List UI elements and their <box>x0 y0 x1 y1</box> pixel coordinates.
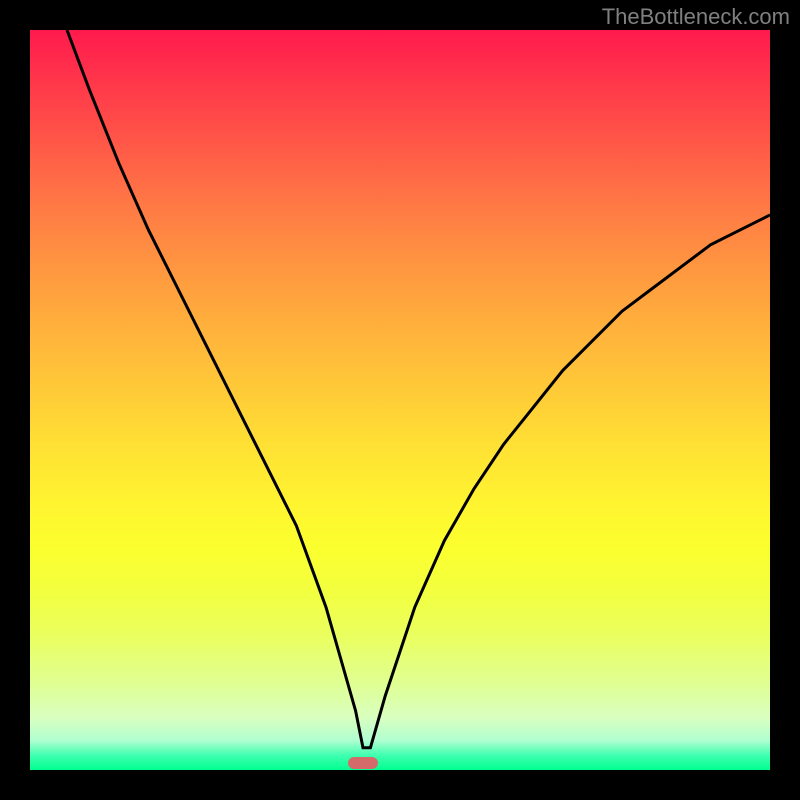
curve-svg <box>30 30 770 770</box>
plot-area <box>30 30 770 770</box>
bottleneck-curve <box>67 30 770 748</box>
chart-frame: TheBottleneck.com <box>0 0 800 800</box>
optimum-marker <box>348 757 378 769</box>
watermark-text: TheBottleneck.com <box>602 4 790 30</box>
